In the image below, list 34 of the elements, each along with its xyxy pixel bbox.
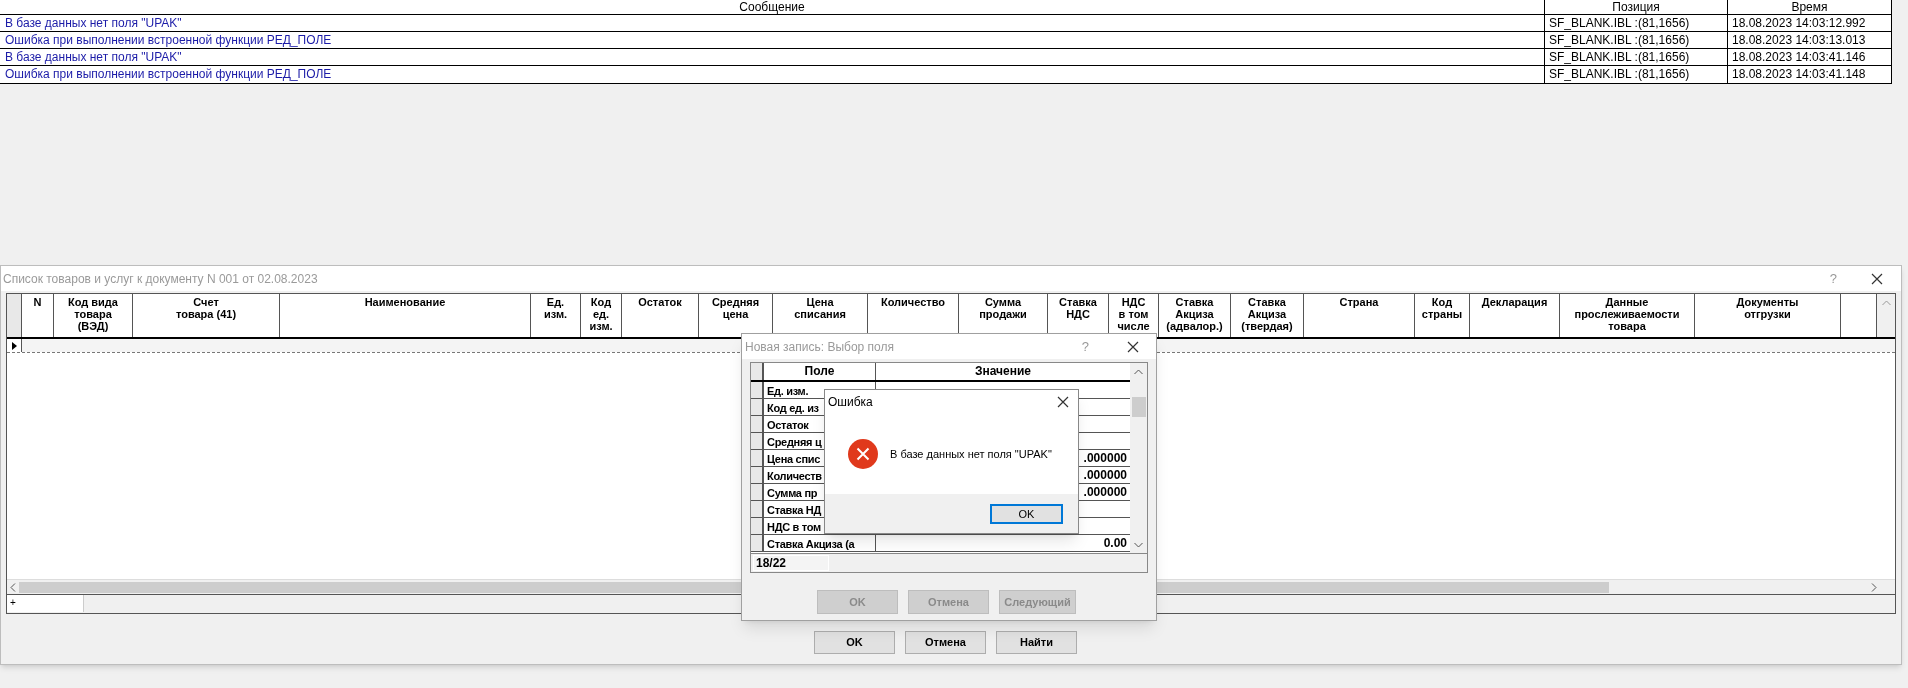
table-cell: 18.08.2023 14:03:41.146 xyxy=(1728,49,1892,65)
table-cell: Сумма пр xyxy=(767,487,818,499)
table-cell: 18.08.2023 14:03:41.148 xyxy=(1728,66,1892,83)
table-cell: В базе данных нет поля "UPAK" xyxy=(0,49,1545,65)
table-cell: В базе данных нет поля "UPAK" xyxy=(0,15,1545,31)
table-cell: 0.00 xyxy=(1103,535,1127,551)
table-cell: Ед. изм. xyxy=(767,385,809,397)
dialog-title: Новая запись: Выбор поля xyxy=(745,338,894,356)
column-header: Позиция xyxy=(1545,0,1728,14)
table-cell: SF_BLANK.IBL :(81,1656) xyxy=(1545,66,1728,83)
table-cell: 18.08.2023 14:03:12.992 xyxy=(1728,15,1892,31)
table-cell: НДС в том xyxy=(767,521,821,533)
table-cell: Ставка Акциза (а xyxy=(767,538,855,550)
table-cell: Количеств xyxy=(767,470,822,482)
table-cell: Ошибка при выполнении встроенной функции РЕД_ПОЛЕ xyxy=(0,66,1545,83)
record-counter: 18/22 xyxy=(753,555,829,571)
table-cell: Цена спис xyxy=(767,453,821,465)
table-cell: Ставка НД xyxy=(767,504,821,516)
dialog-title: Ошибка xyxy=(828,394,873,411)
table-cell: Средняя ц xyxy=(767,436,822,448)
table-cell: Ошибка при выполнении встроенной функции РЕД_ПОЛЕ xyxy=(0,32,1545,48)
table-cell: Остаток xyxy=(767,419,809,431)
table-cell: .000000 xyxy=(1083,484,1127,500)
column-header: Время xyxy=(1728,0,1892,14)
window-title: Список товаров и услуг к документу N 001 от 02.08.2023 xyxy=(3,270,318,288)
column-header: Сообщение xyxy=(0,0,1545,14)
table-cell: Код ед. из xyxy=(767,402,819,414)
table-cell: SF_BLANK.IBL :(81,1656) xyxy=(1545,15,1728,31)
table-cell: .000000 xyxy=(1083,467,1127,483)
error-message: В базе данных нет поля "UPAK" xyxy=(890,446,1052,462)
table-cell: 18.08.2023 14:03:13.013 xyxy=(1728,32,1892,48)
table-cell: SF_BLANK.IBL :(81,1656) xyxy=(1545,32,1728,48)
table-cell: .000000 xyxy=(1083,450,1127,466)
table-cell: SF_BLANK.IBL :(81,1656) xyxy=(1545,49,1728,65)
